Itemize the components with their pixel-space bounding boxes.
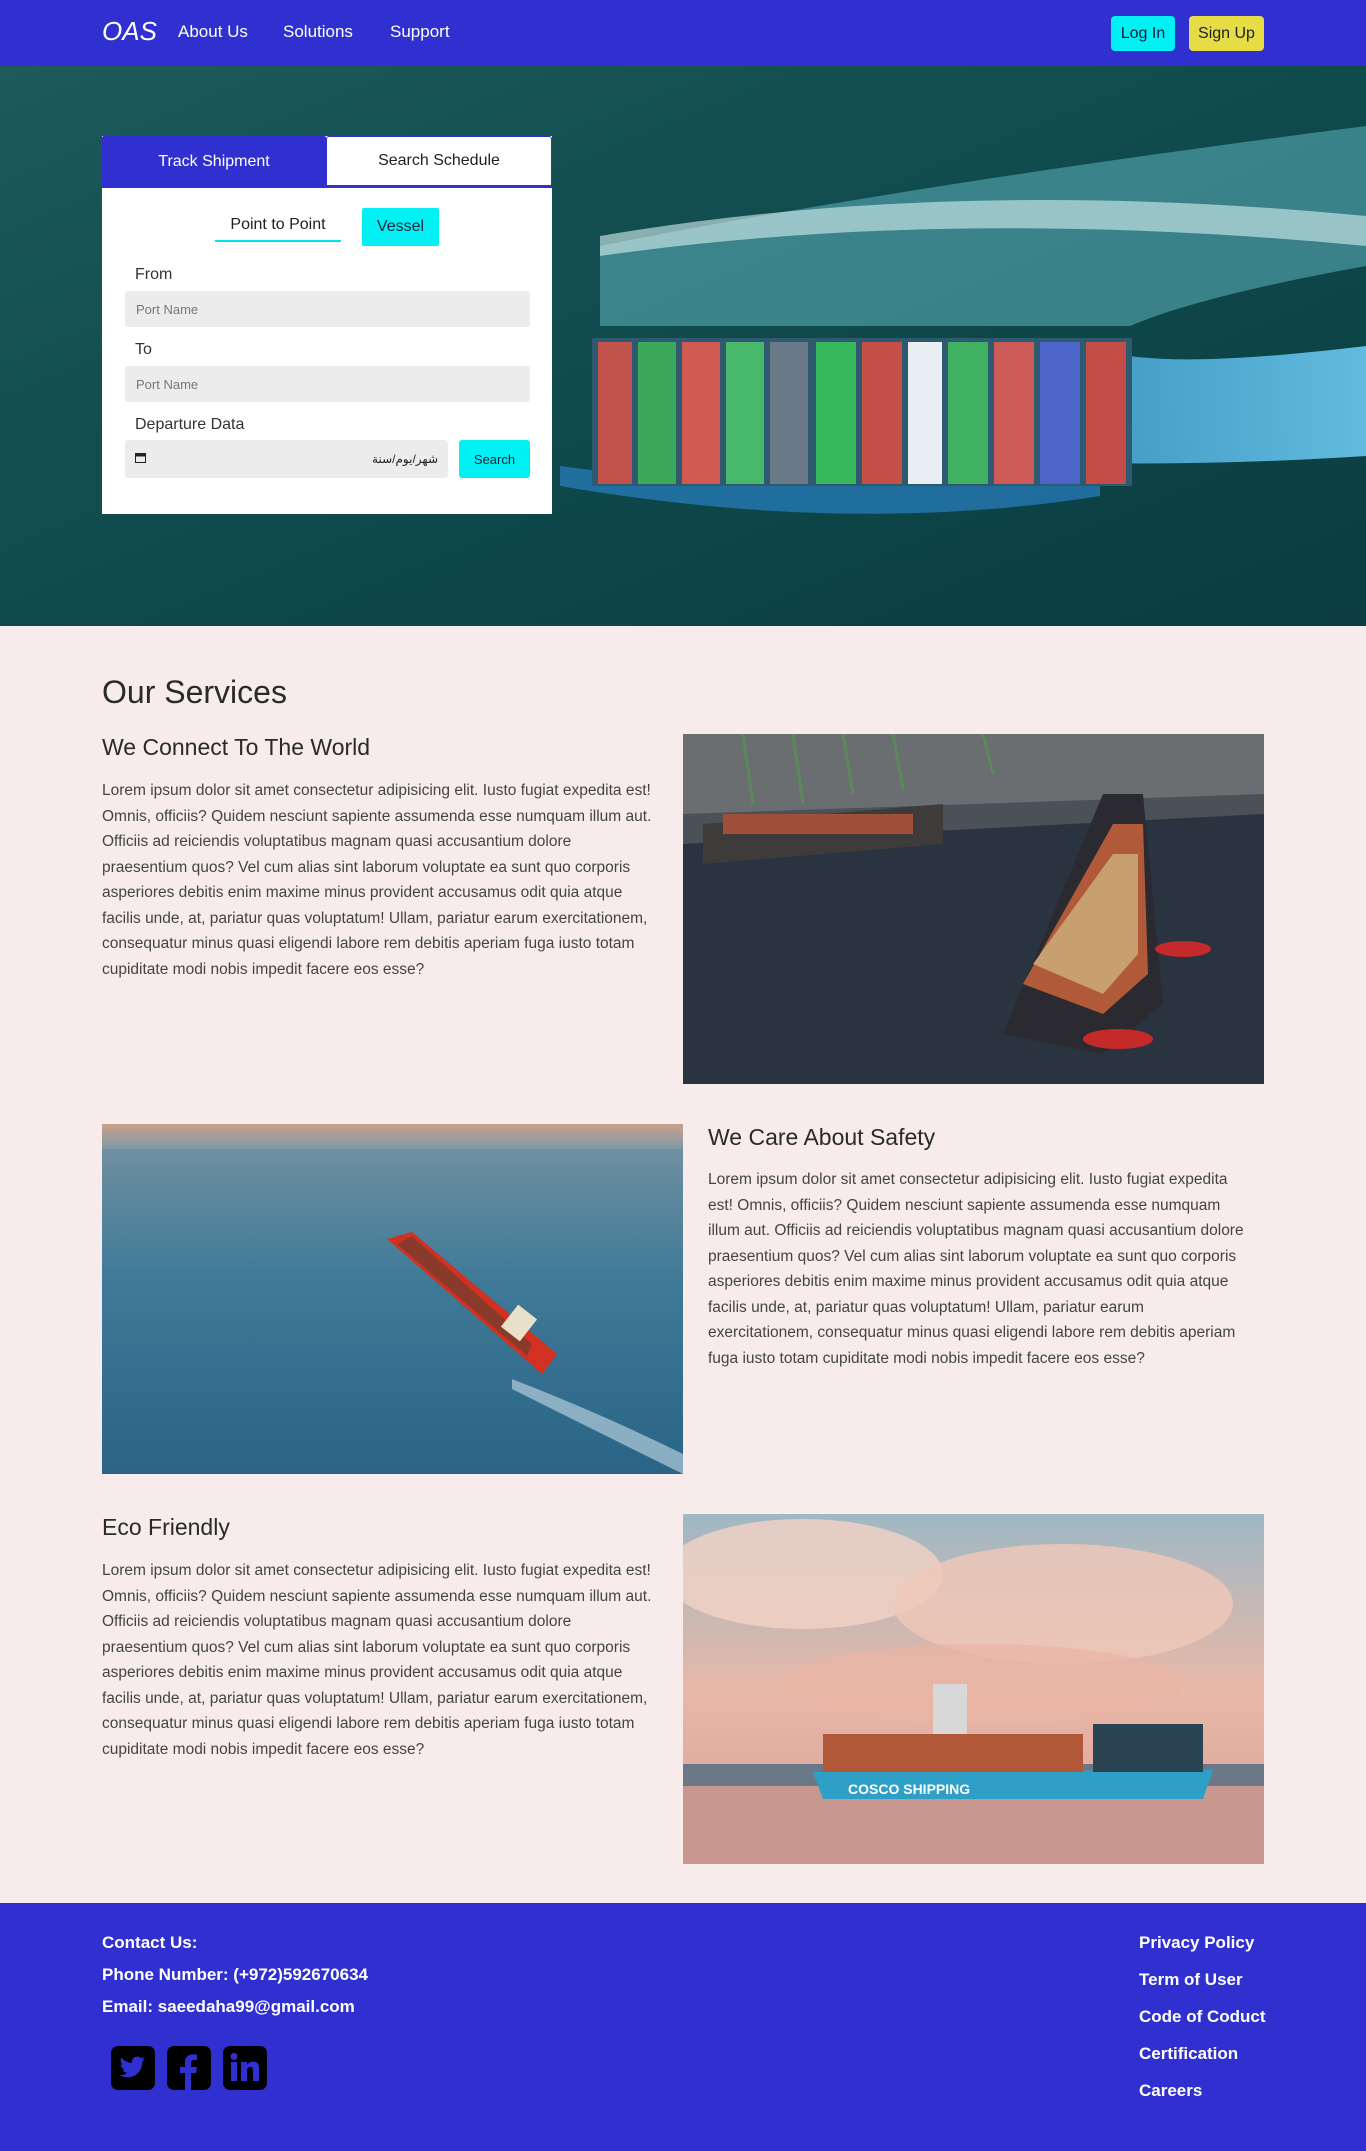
service-image-cosco-ship: COSCO SHIPPING bbox=[683, 1514, 1264, 1864]
footer: Contact Us: Phone Number: (+972)59267063… bbox=[0, 1903, 1366, 2151]
footer-link-careers[interactable]: Careers bbox=[1139, 2081, 1202, 2101]
date-value: شهر/يوم/سنة bbox=[372, 452, 438, 466]
calendar-icon[interactable] bbox=[135, 452, 146, 466]
contact-title: Contact Us: bbox=[102, 1933, 198, 1952]
nav-support[interactable]: Support bbox=[390, 22, 450, 42]
service-text-eco: Lorem ipsum dolor sit amet consectetur a… bbox=[102, 1562, 652, 1758]
nav-about-us[interactable]: About Us bbox=[178, 22, 248, 42]
twitter-icon[interactable] bbox=[110, 2045, 156, 2091]
ship-hull-text: COSCO SHIPPING bbox=[848, 1781, 970, 1797]
footer-link-privacy-policy[interactable]: Privacy Policy bbox=[1139, 1933, 1254, 1953]
tab-search-schedule[interactable]: Search Schedule bbox=[326, 136, 552, 188]
departure-date-input[interactable]: شهر/يوم/سنة bbox=[125, 440, 448, 478]
footer-link-term-of-user[interactable]: Term of User bbox=[1139, 1970, 1243, 1990]
footer-link-certification[interactable]: Certification bbox=[1139, 2044, 1238, 2064]
service-image-red-ship bbox=[102, 1124, 683, 1474]
service-heading-eco: Eco Friendly bbox=[102, 1514, 230, 1540]
search-button[interactable]: Search bbox=[459, 440, 530, 478]
departure-date-label: Departure Data bbox=[135, 416, 245, 433]
service-image-port bbox=[683, 734, 1264, 1084]
nav-solutions[interactable]: Solutions bbox=[283, 22, 353, 42]
signup-button[interactable]: Sign Up bbox=[1189, 16, 1264, 51]
service-text-safety: Lorem ipsum dolor sit amet consectetur a… bbox=[708, 1171, 1244, 1367]
subtab-point-to-point[interactable]: Point to Point bbox=[215, 210, 341, 242]
contact-phone: Phone Number: (+972)592670634 bbox=[102, 1965, 368, 1984]
brand-logo[interactable]: OAS bbox=[102, 16, 157, 47]
navbar: OAS About Us Solutions Support Log In Si… bbox=[0, 0, 1366, 66]
to-port-input[interactable] bbox=[125, 366, 530, 402]
to-label: To bbox=[135, 341, 152, 358]
hero: Track Shipment Search Schedule Point to … bbox=[0, 66, 1366, 626]
from-label: From bbox=[135, 266, 173, 283]
from-port-input[interactable] bbox=[125, 291, 530, 327]
service-text-connect: Lorem ipsum dolor sit amet consectetur a… bbox=[102, 782, 652, 978]
linkedin-icon[interactable] bbox=[222, 2045, 268, 2091]
tab-track-shipment[interactable]: Track Shipment bbox=[102, 136, 326, 188]
service-heading-connect: We Connect To The World bbox=[102, 734, 371, 760]
contact-email[interactable]: Email: saeedaha99@gmail.com bbox=[102, 1997, 355, 2017]
services-title: Our Services bbox=[102, 674, 287, 710]
booking-card: Track Shipment Search Schedule Point to … bbox=[102, 136, 552, 514]
service-heading-safety: We Care About Safety bbox=[708, 1124, 936, 1150]
facebook-icon[interactable] bbox=[166, 2045, 212, 2091]
login-button[interactable]: Log In bbox=[1111, 16, 1175, 51]
subtab-vessel[interactable]: Vessel bbox=[362, 208, 439, 246]
footer-link-code-of-conduct[interactable]: Code of Coduct bbox=[1139, 2007, 1266, 2027]
